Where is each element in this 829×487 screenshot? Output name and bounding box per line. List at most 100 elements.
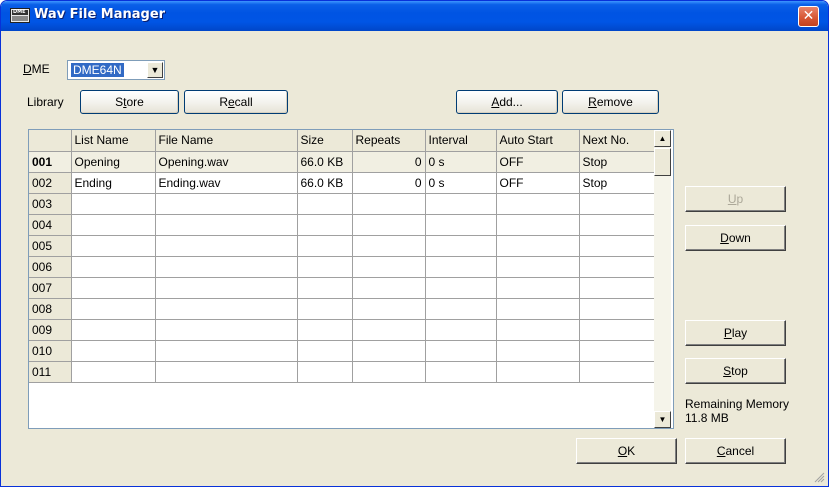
- table-row[interactable]: 002 Ending Ending.wav 66.0 KB 0 0 s OFF Stop: [29, 172, 656, 194]
- cell-file-name[interactable]: [155, 256, 298, 278]
- cell-list-name[interactable]: [71, 361, 156, 383]
- cell-next-no[interactable]: [579, 319, 656, 341]
- cell-list-name[interactable]: [71, 256, 156, 278]
- table-row[interactable]: 006: [29, 256, 656, 278]
- dme-select[interactable]: DME64N ▼: [67, 60, 165, 80]
- cancel-button[interactable]: Cancel: [685, 438, 786, 464]
- header-next-no[interactable]: Next No.: [579, 130, 656, 152]
- cell-file-name[interactable]: Ending.wav: [155, 172, 298, 194]
- cell-auto-start[interactable]: OFF: [496, 172, 580, 194]
- cell-file-name[interactable]: [155, 235, 298, 257]
- cell-file-name[interactable]: [155, 361, 298, 383]
- header-repeats[interactable]: Repeats: [352, 130, 426, 152]
- table-row[interactable]: 008: [29, 298, 656, 320]
- table-row[interactable]: 001 Opening Opening.wav 66.0 KB 0 0 s OFF Stop: [29, 151, 656, 173]
- cell-interval[interactable]: [425, 340, 497, 362]
- close-button[interactable]: ✕: [798, 6, 819, 27]
- table-row[interactable]: 009: [29, 319, 656, 341]
- cell-interval[interactable]: 0 s: [425, 151, 497, 173]
- cell-next-no[interactable]: Stop: [579, 172, 656, 194]
- play-button[interactable]: Play: [685, 320, 786, 346]
- cell-file-name[interactable]: [155, 319, 298, 341]
- cell-next-no[interactable]: [579, 235, 656, 257]
- ok-button[interactable]: OK: [576, 438, 677, 464]
- down-button[interactable]: Down: [685, 225, 786, 251]
- cell-file-name[interactable]: [155, 298, 298, 320]
- up-button[interactable]: Up: [685, 186, 786, 212]
- cell-repeats[interactable]: [352, 193, 426, 215]
- cell-file-name[interactable]: [155, 193, 298, 215]
- cell-auto-start[interactable]: OFF: [496, 151, 580, 173]
- cell-interval[interactable]: [425, 214, 497, 236]
- chevron-down-icon[interactable]: ▼: [147, 62, 163, 78]
- cell-size[interactable]: [297, 214, 353, 236]
- cell-file-name[interactable]: [155, 340, 298, 362]
- cell-repeats[interactable]: [352, 214, 426, 236]
- cell-interval[interactable]: [425, 361, 497, 383]
- cell-size[interactable]: 66.0 KB: [297, 151, 353, 173]
- table-row[interactable]: 004: [29, 214, 656, 236]
- table-row[interactable]: 005: [29, 235, 656, 257]
- header-interval[interactable]: Interval: [425, 130, 497, 152]
- cell-auto-start[interactable]: [496, 193, 580, 215]
- cell-repeats[interactable]: [352, 319, 426, 341]
- header-auto-start[interactable]: Auto Start: [496, 130, 580, 152]
- cell-size[interactable]: [297, 277, 353, 299]
- cell-repeats[interactable]: 0: [352, 172, 426, 194]
- table-row[interactable]: 010: [29, 340, 656, 362]
- recall-button[interactable]: Recall: [184, 90, 288, 114]
- cell-repeats[interactable]: [352, 256, 426, 278]
- cell-list-name[interactable]: [71, 214, 156, 236]
- cell-interval[interactable]: [425, 193, 497, 215]
- cell-size[interactable]: [297, 298, 353, 320]
- header-size[interactable]: Size: [297, 130, 353, 152]
- cell-next-no[interactable]: [579, 298, 656, 320]
- cell-repeats[interactable]: [352, 298, 426, 320]
- cell-list-name[interactable]: [71, 235, 156, 257]
- table-row[interactable]: 007: [29, 277, 656, 299]
- cell-auto-start[interactable]: [496, 298, 580, 320]
- cell-interval[interactable]: 0 s: [425, 172, 497, 194]
- cell-list-name[interactable]: [71, 319, 156, 341]
- cell-size[interactable]: [297, 340, 353, 362]
- cell-next-no[interactable]: [579, 361, 656, 383]
- cell-auto-start[interactable]: [496, 319, 580, 341]
- cell-size[interactable]: [297, 256, 353, 278]
- cell-list-name[interactable]: Opening: [71, 151, 156, 173]
- cell-next-no[interactable]: [579, 256, 656, 278]
- cell-next-no[interactable]: Stop: [579, 151, 656, 173]
- cell-list-name[interactable]: [71, 277, 156, 299]
- table-row[interactable]: 003: [29, 193, 656, 215]
- cell-interval[interactable]: [425, 319, 497, 341]
- cell-file-name[interactable]: [155, 214, 298, 236]
- stop-button[interactable]: Stop: [685, 358, 786, 384]
- table-vertical-scrollbar[interactable]: ▲ ▼: [654, 130, 671, 428]
- cell-file-name[interactable]: [155, 277, 298, 299]
- cell-size[interactable]: [297, 193, 353, 215]
- title-bar[interactable]: DME Wav File Manager ✕: [1, 1, 828, 31]
- cell-interval[interactable]: [425, 235, 497, 257]
- cell-list-name[interactable]: [71, 340, 156, 362]
- cell-repeats[interactable]: [352, 361, 426, 383]
- cell-auto-start[interactable]: [496, 256, 580, 278]
- header-file-name[interactable]: File Name: [155, 130, 298, 152]
- cell-next-no[interactable]: [579, 340, 656, 362]
- cell-auto-start[interactable]: [496, 235, 580, 257]
- cell-list-name[interactable]: [71, 298, 156, 320]
- cell-repeats[interactable]: 0: [352, 151, 426, 173]
- cell-size[interactable]: 66.0 KB: [297, 172, 353, 194]
- scroll-up-icon[interactable]: ▲: [654, 130, 671, 147]
- resize-grip-icon[interactable]: [813, 471, 825, 483]
- cell-list-name[interactable]: [71, 193, 156, 215]
- store-button[interactable]: Store: [80, 90, 179, 114]
- header-list-name[interactable]: List Name: [71, 130, 156, 152]
- add-button[interactable]: Add...: [456, 90, 558, 114]
- cell-repeats[interactable]: [352, 340, 426, 362]
- cell-repeats[interactable]: [352, 277, 426, 299]
- scroll-down-icon[interactable]: ▼: [654, 411, 671, 428]
- cell-auto-start[interactable]: [496, 340, 580, 362]
- cell-list-name[interactable]: Ending: [71, 172, 156, 194]
- cell-interval[interactable]: [425, 277, 497, 299]
- cell-file-name[interactable]: Opening.wav: [155, 151, 298, 173]
- remove-button[interactable]: Remove: [562, 90, 659, 114]
